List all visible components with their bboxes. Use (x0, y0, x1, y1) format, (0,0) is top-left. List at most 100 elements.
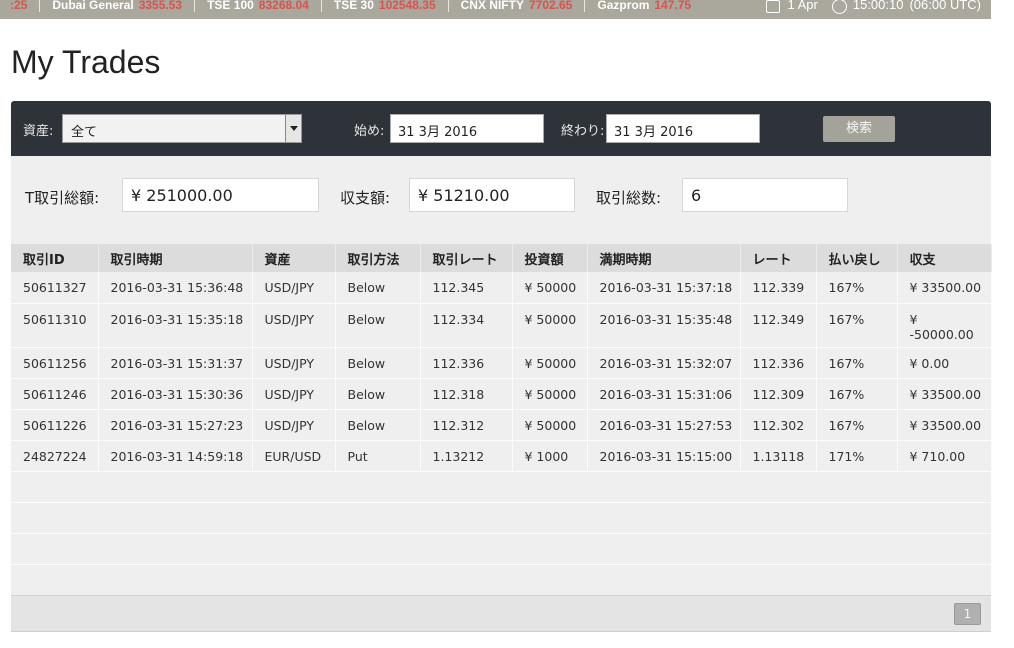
table-cell: 167% (816, 272, 898, 304)
market-ticker: :25 Dubai General 3355.53 TSE 100 83268.… (0, 0, 991, 19)
table-cell: ¥ 33500.00 (897, 272, 992, 304)
table-cell: 50611256 (11, 347, 99, 379)
table-cell: Below (335, 378, 421, 410)
column-header[interactable]: 収支 (897, 244, 992, 272)
server-clock: 1 Apr 15:00:10 (06:00 UTC) (765, 0, 981, 14)
trades-table-container: 取引ID 取引時期 資産 取引方法 取引レート 投資額 満期時期 レート 払い戻… (11, 244, 992, 596)
clock-icon (831, 0, 847, 14)
ticker-value: :25 (10, 0, 28, 12)
table-cell: ¥ 50000 (512, 272, 588, 304)
table-cell: 2016-03-31 15:32:07 (587, 347, 741, 379)
asset-select-value: 全て (71, 125, 98, 140)
page-button[interactable]: 1 (954, 603, 981, 625)
start-date-label: 始め: (354, 124, 385, 139)
table-cell: ¥ 710.00 (897, 440, 992, 472)
start-date-input[interactable]: 31 3月 2016 (390, 114, 544, 143)
table-cell: 112.336 (740, 347, 817, 379)
table-cell: 112.339 (740, 272, 817, 304)
table-cell: 2016-03-31 15:31:06 (587, 378, 741, 410)
column-header[interactable]: 投資額 (512, 244, 588, 272)
table-cell: 167% (816, 378, 898, 410)
ticker-divider (447, 0, 449, 12)
column-header[interactable]: レート (740, 244, 817, 272)
chevron-down-icon[interactable] (285, 115, 301, 142)
table-cell: ¥ 33500.00 (897, 409, 992, 441)
table-cell: Below (335, 272, 421, 304)
table-row: 50611256 2016-03-31 15:31:37 USD/JPY Bel… (11, 347, 992, 379)
table-cell: ¥ -50000.00 (897, 303, 992, 348)
table-cell: ¥ 33500.00 (897, 378, 992, 410)
ticker-item: CNX NIFTY 7702.65 (461, 0, 598, 12)
column-header[interactable]: 払い戻し (816, 244, 898, 272)
clock-date: 1 Apr (787, 0, 818, 12)
ticker-value: 102548.35 (378, 0, 436, 12)
table-cell: 112.336 (420, 347, 513, 379)
table-cell: 2016-03-31 15:30:36 (98, 378, 253, 410)
table-cell: 167% (816, 409, 898, 441)
clock-timezone: (06:00 UTC) (909, 0, 981, 12)
table-cell: 2016-03-31 15:36:48 (98, 272, 253, 304)
table-cell: 2016-03-31 15:15:00 (587, 440, 741, 472)
column-header[interactable]: 取引ID (11, 244, 99, 272)
ticker-divider (39, 0, 41, 12)
table-cell: USD/JPY (252, 347, 336, 379)
ticker-divider (320, 0, 322, 12)
trades-table: 取引ID 取引時期 資産 取引方法 取引レート 投資額 満期時期 レート 払い戻… (11, 244, 992, 472)
ticker-name: Dubai General (52, 0, 134, 12)
table-cell: Below (335, 409, 421, 441)
table-cell: 50611246 (11, 378, 99, 410)
table-cell: 112.309 (740, 378, 817, 410)
table-cell: 2016-03-31 15:27:23 (98, 409, 253, 441)
table-cell: 2016-03-31 15:31:37 (98, 347, 253, 379)
total-amount-label: T取引総額: (25, 189, 100, 207)
filter-bar: 資産: 全て 始め: 31 3月 2016 終わり: 31 3月 2016 検索 (11, 101, 991, 156)
table-cell: 1.13212 (420, 440, 513, 472)
empty-row (11, 471, 991, 503)
column-header[interactable]: 取引時期 (98, 244, 253, 272)
search-button[interactable]: 検索 (823, 116, 895, 142)
table-cell: Below (335, 347, 421, 379)
column-header[interactable]: 満期時期 (587, 244, 741, 272)
table-cell: ¥ 50000 (512, 378, 588, 410)
table-cell: 112.334 (420, 303, 513, 348)
table-cell: 112.349 (740, 303, 817, 348)
column-header[interactable]: 資産 (252, 244, 336, 272)
empty-row (11, 502, 991, 534)
profit-loss-label: 収支額: (340, 189, 391, 207)
table-cell: ¥ 50000 (512, 303, 588, 348)
table-row: 50611310 2016-03-31 15:35:18 USD/JPY Bel… (11, 303, 992, 348)
end-date-input[interactable]: 31 3月 2016 (606, 114, 760, 143)
ticker-item: TSE 30 102548.35 (334, 0, 461, 12)
table-cell: 2016-03-31 15:27:53 (587, 409, 741, 441)
asset-select[interactable]: 全て (62, 114, 302, 143)
ticker-item: Gazprom 147.75 (597, 0, 691, 12)
trade-count-label: 取引総数: (596, 189, 662, 207)
ticker-divider (584, 0, 586, 12)
ticker-name: TSE 30 (333, 0, 374, 12)
table-cell: 2016-03-31 15:35:18 (98, 303, 253, 348)
ticker-name: Gazprom (597, 0, 650, 12)
trade-count-field: 6 (682, 178, 848, 212)
pagination-bar: 1 (11, 595, 991, 632)
table-row: 50611226 2016-03-31 15:27:23 USD/JPY Bel… (11, 409, 992, 441)
clock-time: 15:00:10 (852, 0, 904, 12)
table-cell: ¥ 0.00 (897, 347, 992, 379)
ticker-item: :25 (10, 0, 52, 12)
table-row: 24827224 2016-03-31 14:59:18 EUR/USD Put… (11, 440, 992, 472)
table-cell: 50611310 (11, 303, 99, 348)
table-cell: 2016-03-31 15:37:18 (587, 272, 741, 304)
table-cell: 2016-03-31 15:35:48 (587, 303, 741, 348)
table-cell: USD/JPY (252, 378, 336, 410)
ticker-name: CNX NIFTY (460, 0, 524, 12)
ticker-value: 7702.65 (528, 0, 573, 12)
ticker-item: Dubai General 3355.53 (52, 0, 207, 12)
column-header[interactable]: 取引レート (420, 244, 513, 272)
table-cell: EUR/USD (252, 440, 336, 472)
table-cell: 50611226 (11, 409, 99, 441)
table-row: 50611246 2016-03-31 15:30:36 USD/JPY Bel… (11, 378, 992, 410)
table-cell: 112.345 (420, 272, 513, 304)
table-cell: USD/JPY (252, 409, 336, 441)
ticker-divider (194, 0, 196, 12)
column-header[interactable]: 取引方法 (335, 244, 421, 272)
table-row: 50611327 2016-03-31 15:36:48 USD/JPY Bel… (11, 272, 992, 304)
